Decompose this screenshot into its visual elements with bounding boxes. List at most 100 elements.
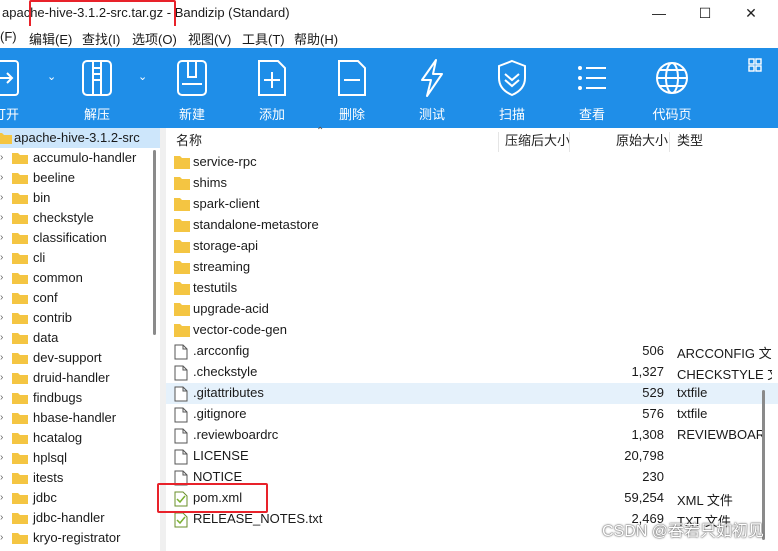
column-separator[interactable] [569,132,570,152]
file-list[interactable]: 名称 ⌃ 压缩后大小 原始大小 类型 service-rpc shims spark… [166,126,778,551]
folder-icon [12,453,28,464]
file-row[interactable]: NOTICE 230 [166,467,778,488]
expand-chevron-icon[interactable]: › [0,452,3,463]
delete-button[interactable]: 删除 [322,48,382,128]
extract-dropdown-chevron-icon[interactable]: ⌄ [138,70,147,83]
expand-chevron-icon[interactable]: › [0,392,3,403]
column-header-packed-size[interactable]: 压缩后大小 [505,128,570,154]
column-separator[interactable] [498,132,499,152]
tree-item[interactable]: › data [0,328,160,348]
add-file-icon [258,60,286,96]
file-row[interactable]: standalone-metastore [166,215,778,236]
file-row[interactable]: pom.xml 59,254 XML 文件 [166,488,778,509]
expand-chevron-icon[interactable]: › [0,412,3,423]
tree-item[interactable]: › common [0,268,160,288]
tree-item[interactable]: › kryo-registrator [0,528,160,548]
file-row[interactable]: spark-client [166,194,778,215]
file-row[interactable]: LICENSE 20,798 [166,446,778,467]
tree-item[interactable]: › jdbc-handler [0,508,160,528]
expand-chevron-icon[interactable]: › [0,432,3,443]
file-name: LICENSE [193,448,249,463]
tree-item[interactable]: › findbugs [0,388,160,408]
expand-chevron-icon[interactable]: › [0,512,3,523]
expand-chevron-icon[interactable]: › [0,312,3,323]
minimize-button[interactable]: — [636,0,682,26]
scan-button[interactable]: 扫描 [482,48,542,128]
tree-item[interactable]: › checkstyle [0,208,160,228]
tree-item[interactable]: › conf [0,288,160,308]
tree-root-item[interactable]: apache-hive-3.1.2-src [0,128,160,148]
menu-find[interactable]: 查找(I) [82,29,120,48]
expand-chevron-icon[interactable]: › [0,152,3,163]
expand-chevron-icon[interactable]: › [0,492,3,503]
menu-file[interactable]: (F) [0,29,17,44]
add-button[interactable]: 添加 [242,48,302,128]
maximize-button[interactable]: ☐ [682,0,728,26]
extract-button[interactable]: 解压 [67,48,127,128]
view-button[interactable]: 查看 [562,48,622,128]
expand-chevron-icon[interactable]: › [0,272,3,283]
expand-chevron-icon[interactable]: › [0,192,3,203]
test-button[interactable]: 测试 [402,48,462,128]
file-row[interactable]: storage-api [166,236,778,257]
column-separator[interactable] [669,132,670,152]
menu-tools[interactable]: 工具(T) [242,29,285,48]
tree-item[interactable]: › itests [0,468,160,488]
open-button[interactable]: 打开 [0,48,36,128]
tree-item[interactable]: › druid-handler [0,368,160,388]
file-row[interactable]: .gitattributes 529 txtfile [166,383,778,404]
expand-chevron-icon[interactable]: › [0,292,3,303]
file-row[interactable]: upgrade-acid [166,299,778,320]
tree-item[interactable]: › beeline [0,168,160,188]
column-header-type[interactable]: 类型 [677,128,703,154]
expand-chevron-icon[interactable]: › [0,232,3,243]
folder-icon [12,293,28,304]
file-row[interactable]: .arcconfig 506 ARCCONFIG 文 [166,341,778,362]
menu-bar: (F) 编辑(E) 查找(I) 选项(O) 视图(V) 工具(T) 帮助(H) [0,26,778,48]
close-button[interactable]: ✕ [728,0,774,26]
menu-edit[interactable]: 编辑(E) [29,29,72,48]
file-row[interactable]: .gitignore 576 txtfile [166,404,778,425]
tree-item[interactable]: › cli [0,248,160,268]
folder-tree[interactable]: apache-hive-3.1.2-src › accumulo-handler ›… [0,128,160,551]
expand-chevron-icon[interactable]: › [0,252,3,263]
expand-chevron-icon[interactable]: › [0,532,3,543]
expand-chevron-icon[interactable]: › [0,472,3,483]
layout-grid-icon[interactable] [748,58,762,72]
menu-help[interactable]: 帮助(H) [294,29,338,48]
tree-item[interactable]: › hbase-handler [0,408,160,428]
file-row[interactable]: .checkstyle 1,327 CHECKSTYLE 文 [166,362,778,383]
menu-options[interactable]: 选项(O) [132,29,177,48]
tree-item[interactable]: › jdbc [0,488,160,508]
expand-chevron-icon[interactable]: › [0,172,3,183]
file-row[interactable]: streaming [166,257,778,278]
tree-item[interactable]: › bin [0,188,160,208]
folder-icon [12,433,28,444]
tree-item[interactable]: › dev-support [0,348,160,368]
folder-icon [12,273,28,284]
new-button[interactable]: 新建 [162,48,222,128]
expand-chevron-icon[interactable]: › [0,332,3,343]
expand-chevron-icon[interactable]: › [0,352,3,363]
tree-item[interactable]: › hplsql [0,448,160,468]
expand-chevron-icon[interactable]: › [0,212,3,223]
folder-icon [12,493,28,504]
tree-item-label: checkstyle [33,210,94,225]
tree-item[interactable]: › hcatalog [0,428,160,448]
file-row[interactable]: service-rpc [166,152,778,173]
file-row[interactable]: vector-code-gen [166,320,778,341]
menu-view[interactable]: 视图(V) [188,29,231,48]
codepage-button[interactable]: 代码页 [642,48,702,128]
file-row[interactable]: testutils [166,278,778,299]
tree-item[interactable]: › accumulo-handler [0,148,160,168]
tree-scrollbar[interactable] [153,150,156,335]
tree-item[interactable]: › classification [0,228,160,248]
expand-chevron-icon[interactable]: › [0,372,3,383]
file-row[interactable]: shims [166,173,778,194]
folder-icon [12,193,28,204]
column-header-name[interactable]: 名称 [176,128,202,154]
column-header-original-size[interactable]: 原始大小 [616,128,668,154]
tree-item[interactable]: › contrib [0,308,160,328]
open-dropdown-chevron-icon[interactable]: ⌄ [47,70,56,83]
file-row[interactable]: .reviewboardrc 1,308 REVIEWBOAR [166,425,778,446]
